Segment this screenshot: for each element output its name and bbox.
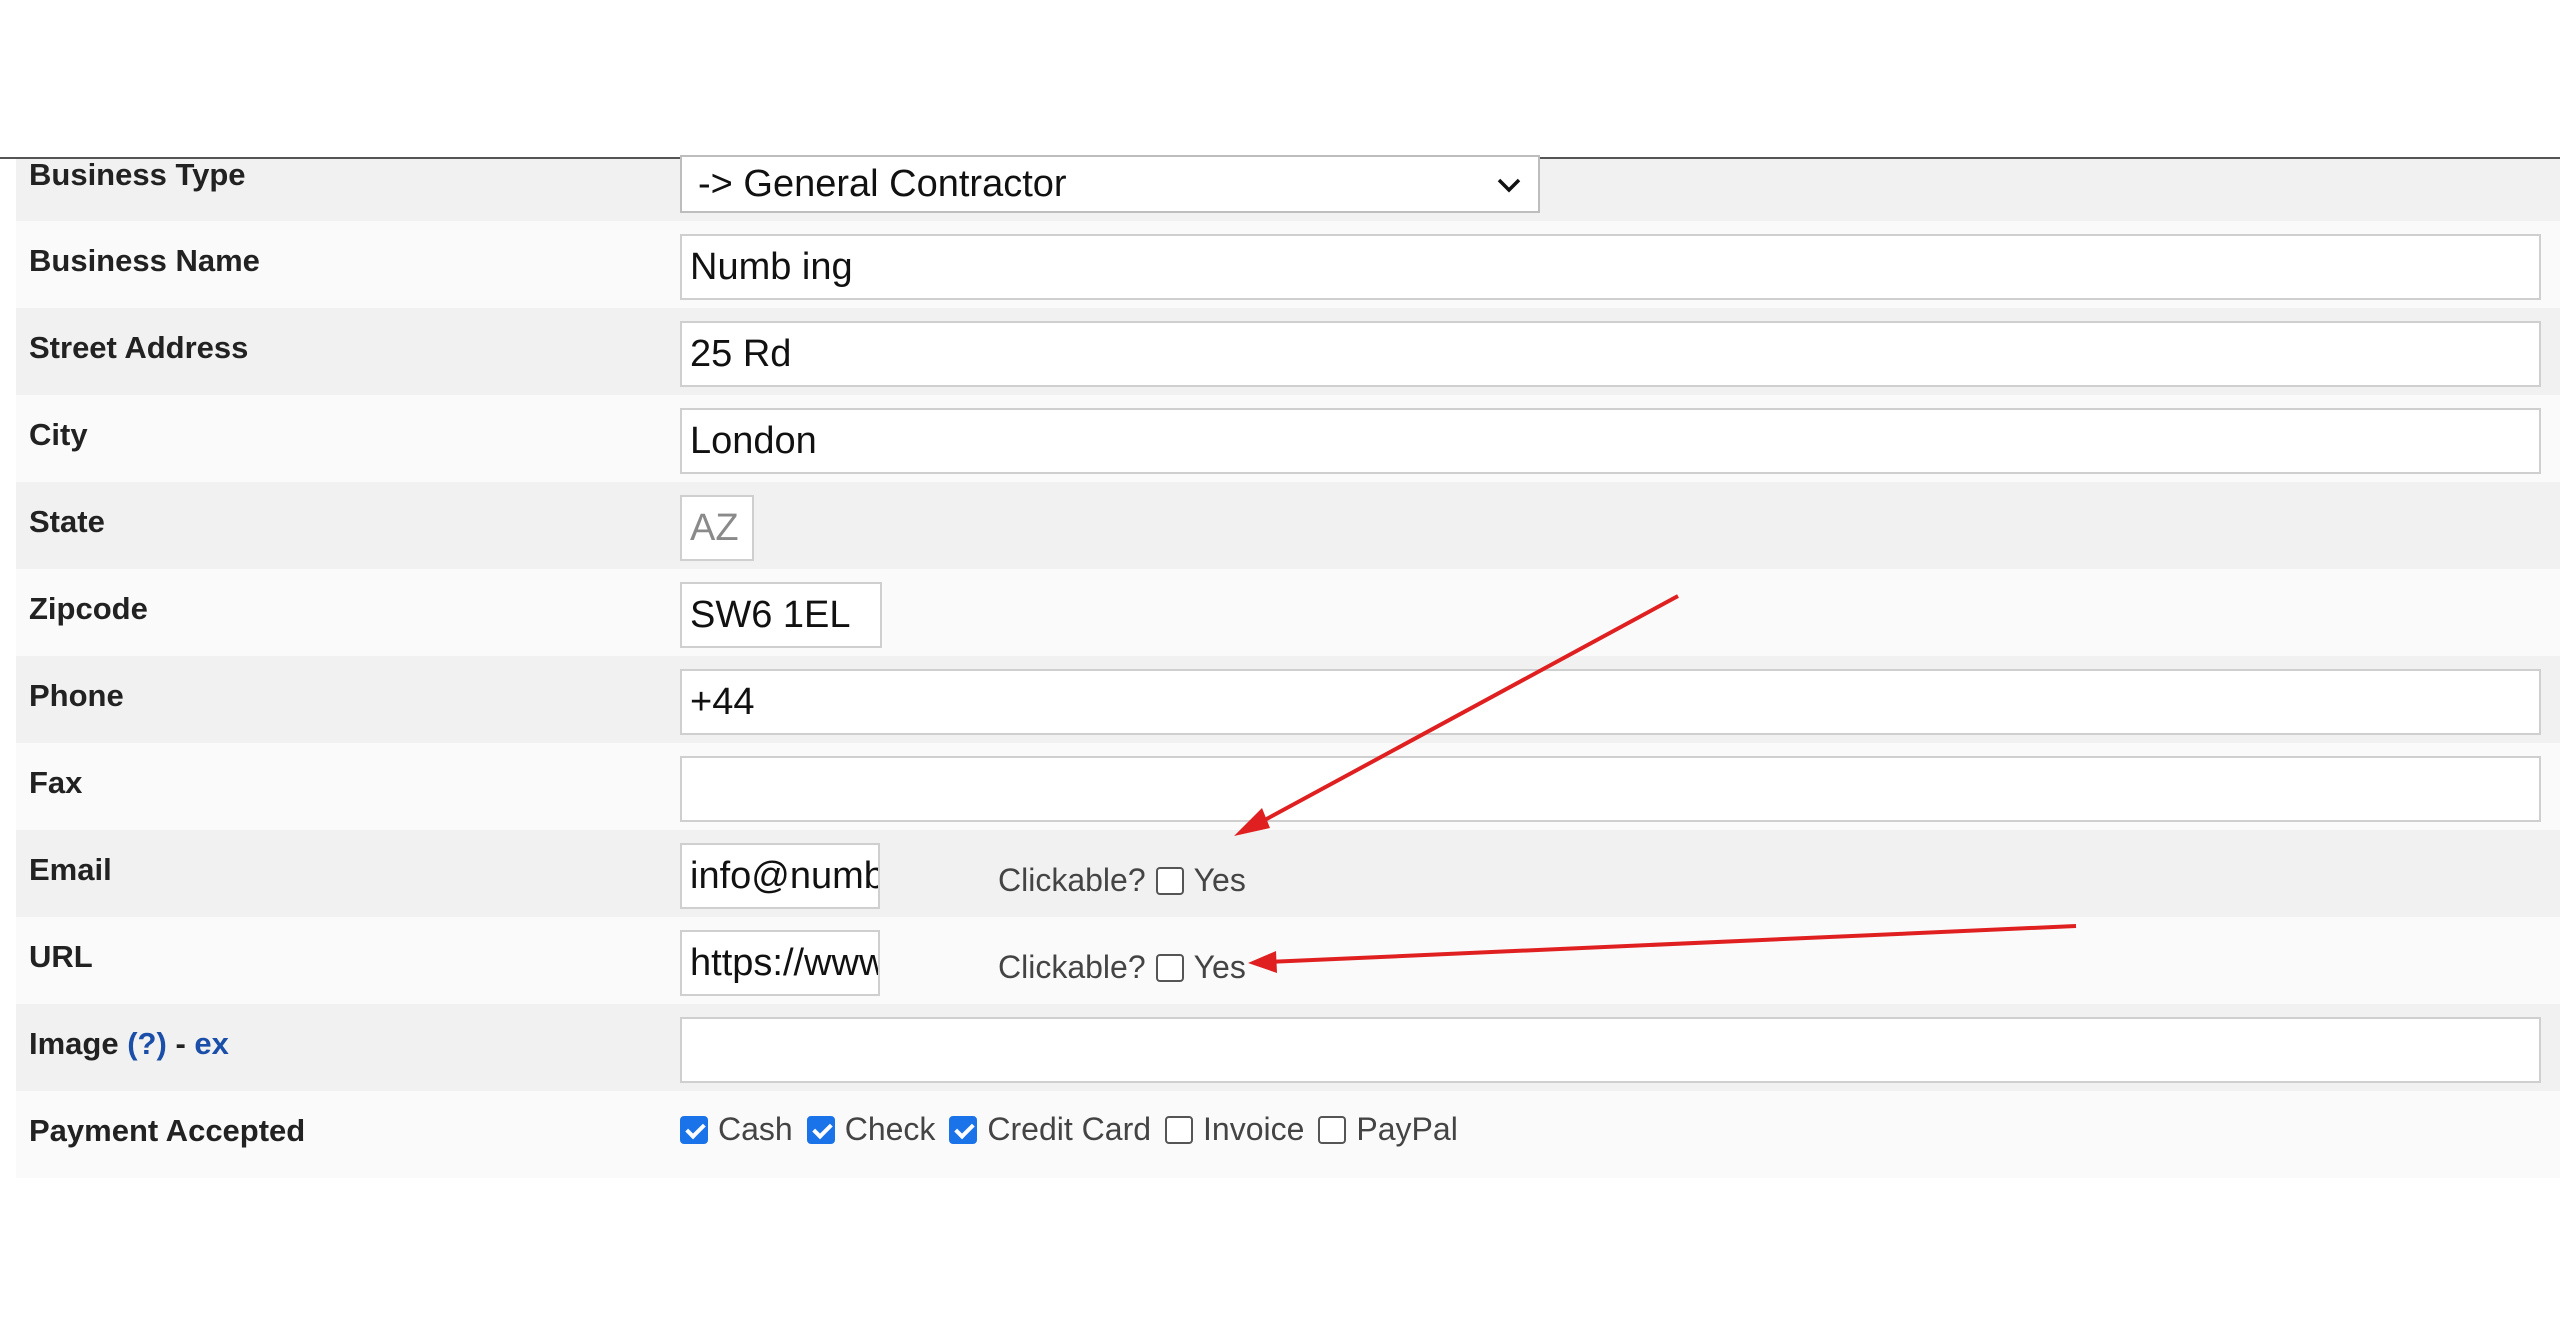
url-clickable-yes-label: Yes: [1193, 949, 1246, 985]
row-street-address: Street Address 25 Rd: [16, 308, 2560, 395]
payment-option-label: Credit Card: [987, 1111, 1152, 1147]
business-form: Business Type -> General Contractor Busi…: [16, 155, 2560, 1178]
fax-input[interactable]: [680, 756, 2541, 822]
row-city: City London: [16, 395, 2560, 482]
street-address-input[interactable]: 25 Rd: [680, 321, 2541, 387]
payment-option-label: PayPal: [1356, 1111, 1458, 1147]
phone-input[interactable]: +44: [680, 669, 2541, 735]
row-fax: Fax: [16, 743, 2560, 830]
payment-checkbox-invoice[interactable]: [1165, 1115, 1194, 1144]
row-state: State AZ: [16, 482, 2560, 569]
zipcode-input[interactable]: SW6 1EL: [680, 582, 882, 648]
payment-checkbox-credit-card[interactable]: [949, 1115, 978, 1144]
business-name-label: Business Name: [29, 243, 260, 278]
business-type-select[interactable]: -> General Contractor: [680, 155, 1540, 213]
url-clickable-label: Clickable?: [998, 949, 1146, 985]
payment-option-label: Check: [844, 1111, 936, 1147]
row-business-type: Business Type -> General Contractor: [16, 155, 2560, 221]
row-url: URL https://www.num Clickable? Yes: [16, 917, 2560, 1004]
email-label: Email: [29, 852, 112, 887]
fax-label: Fax: [29, 765, 83, 800]
payment-checkbox-check[interactable]: [806, 1115, 835, 1144]
url-clickable-option: Clickable? Yes: [998, 949, 1246, 986]
row-business-name: Business Name Numb ing: [16, 221, 2560, 308]
chevron-down-icon: [1496, 167, 1522, 201]
payment-accepted-label: Payment Accepted: [29, 1113, 306, 1148]
state-input[interactable]: AZ: [680, 495, 754, 561]
url-input[interactable]: https://www.num: [680, 930, 880, 996]
email-clickable-checkbox[interactable]: [1155, 866, 1184, 895]
payment-checkbox-cash[interactable]: [680, 1115, 708, 1144]
payment-option-cash[interactable]: Cash: [680, 1111, 793, 1148]
business-type-label: Business Type: [29, 157, 246, 192]
image-help-link[interactable]: (?): [127, 1026, 167, 1061]
phone-label: Phone: [29, 678, 124, 713]
payment-option-label: Cash: [718, 1111, 793, 1147]
payment-option-paypal[interactable]: PayPal: [1318, 1111, 1458, 1148]
payment-checkbox-paypal[interactable]: [1318, 1115, 1347, 1144]
city-label: City: [29, 417, 88, 452]
payment-option-check[interactable]: Check: [806, 1111, 936, 1148]
email-clickable-label: Clickable?: [998, 862, 1146, 898]
payment-option-invoice[interactable]: Invoice: [1165, 1111, 1304, 1148]
row-zipcode: Zipcode SW6 1EL: [16, 569, 2560, 656]
row-phone: Phone +44: [16, 656, 2560, 743]
email-input[interactable]: info@numberon: [680, 843, 880, 909]
payment-options: Cash Check Credit Card Invoice PayPal: [680, 1111, 1472, 1148]
business-type-value: -> General Contractor: [698, 162, 1067, 205]
city-input[interactable]: London: [680, 408, 2541, 474]
state-label: State: [29, 504, 105, 539]
url-clickable-checkbox[interactable]: [1155, 953, 1184, 982]
row-image: Image (?) - ex: [16, 1004, 2560, 1091]
zipcode-label: Zipcode: [29, 591, 148, 626]
url-label: URL: [29, 939, 93, 974]
business-name-input[interactable]: Numb ing: [680, 234, 2541, 300]
image-example-link[interactable]: ex: [194, 1026, 228, 1061]
email-clickable-option: Clickable? Yes: [998, 862, 1246, 899]
row-payment-accepted: Payment Accepted Cash Check Credit Card …: [16, 1091, 2560, 1178]
row-email: Email info@numberon Clickable? Yes: [16, 830, 2560, 917]
image-label: Image: [29, 1026, 119, 1061]
image-input[interactable]: [680, 1017, 2541, 1083]
image-label-group: Image (?) - ex: [29, 1026, 229, 1062]
street-address-label: Street Address: [29, 330, 249, 365]
payment-option-label: Invoice: [1203, 1111, 1305, 1147]
image-separator: -: [175, 1026, 186, 1061]
payment-option-credit-card[interactable]: Credit Card: [949, 1111, 1151, 1148]
email-clickable-yes-label: Yes: [1193, 862, 1246, 898]
